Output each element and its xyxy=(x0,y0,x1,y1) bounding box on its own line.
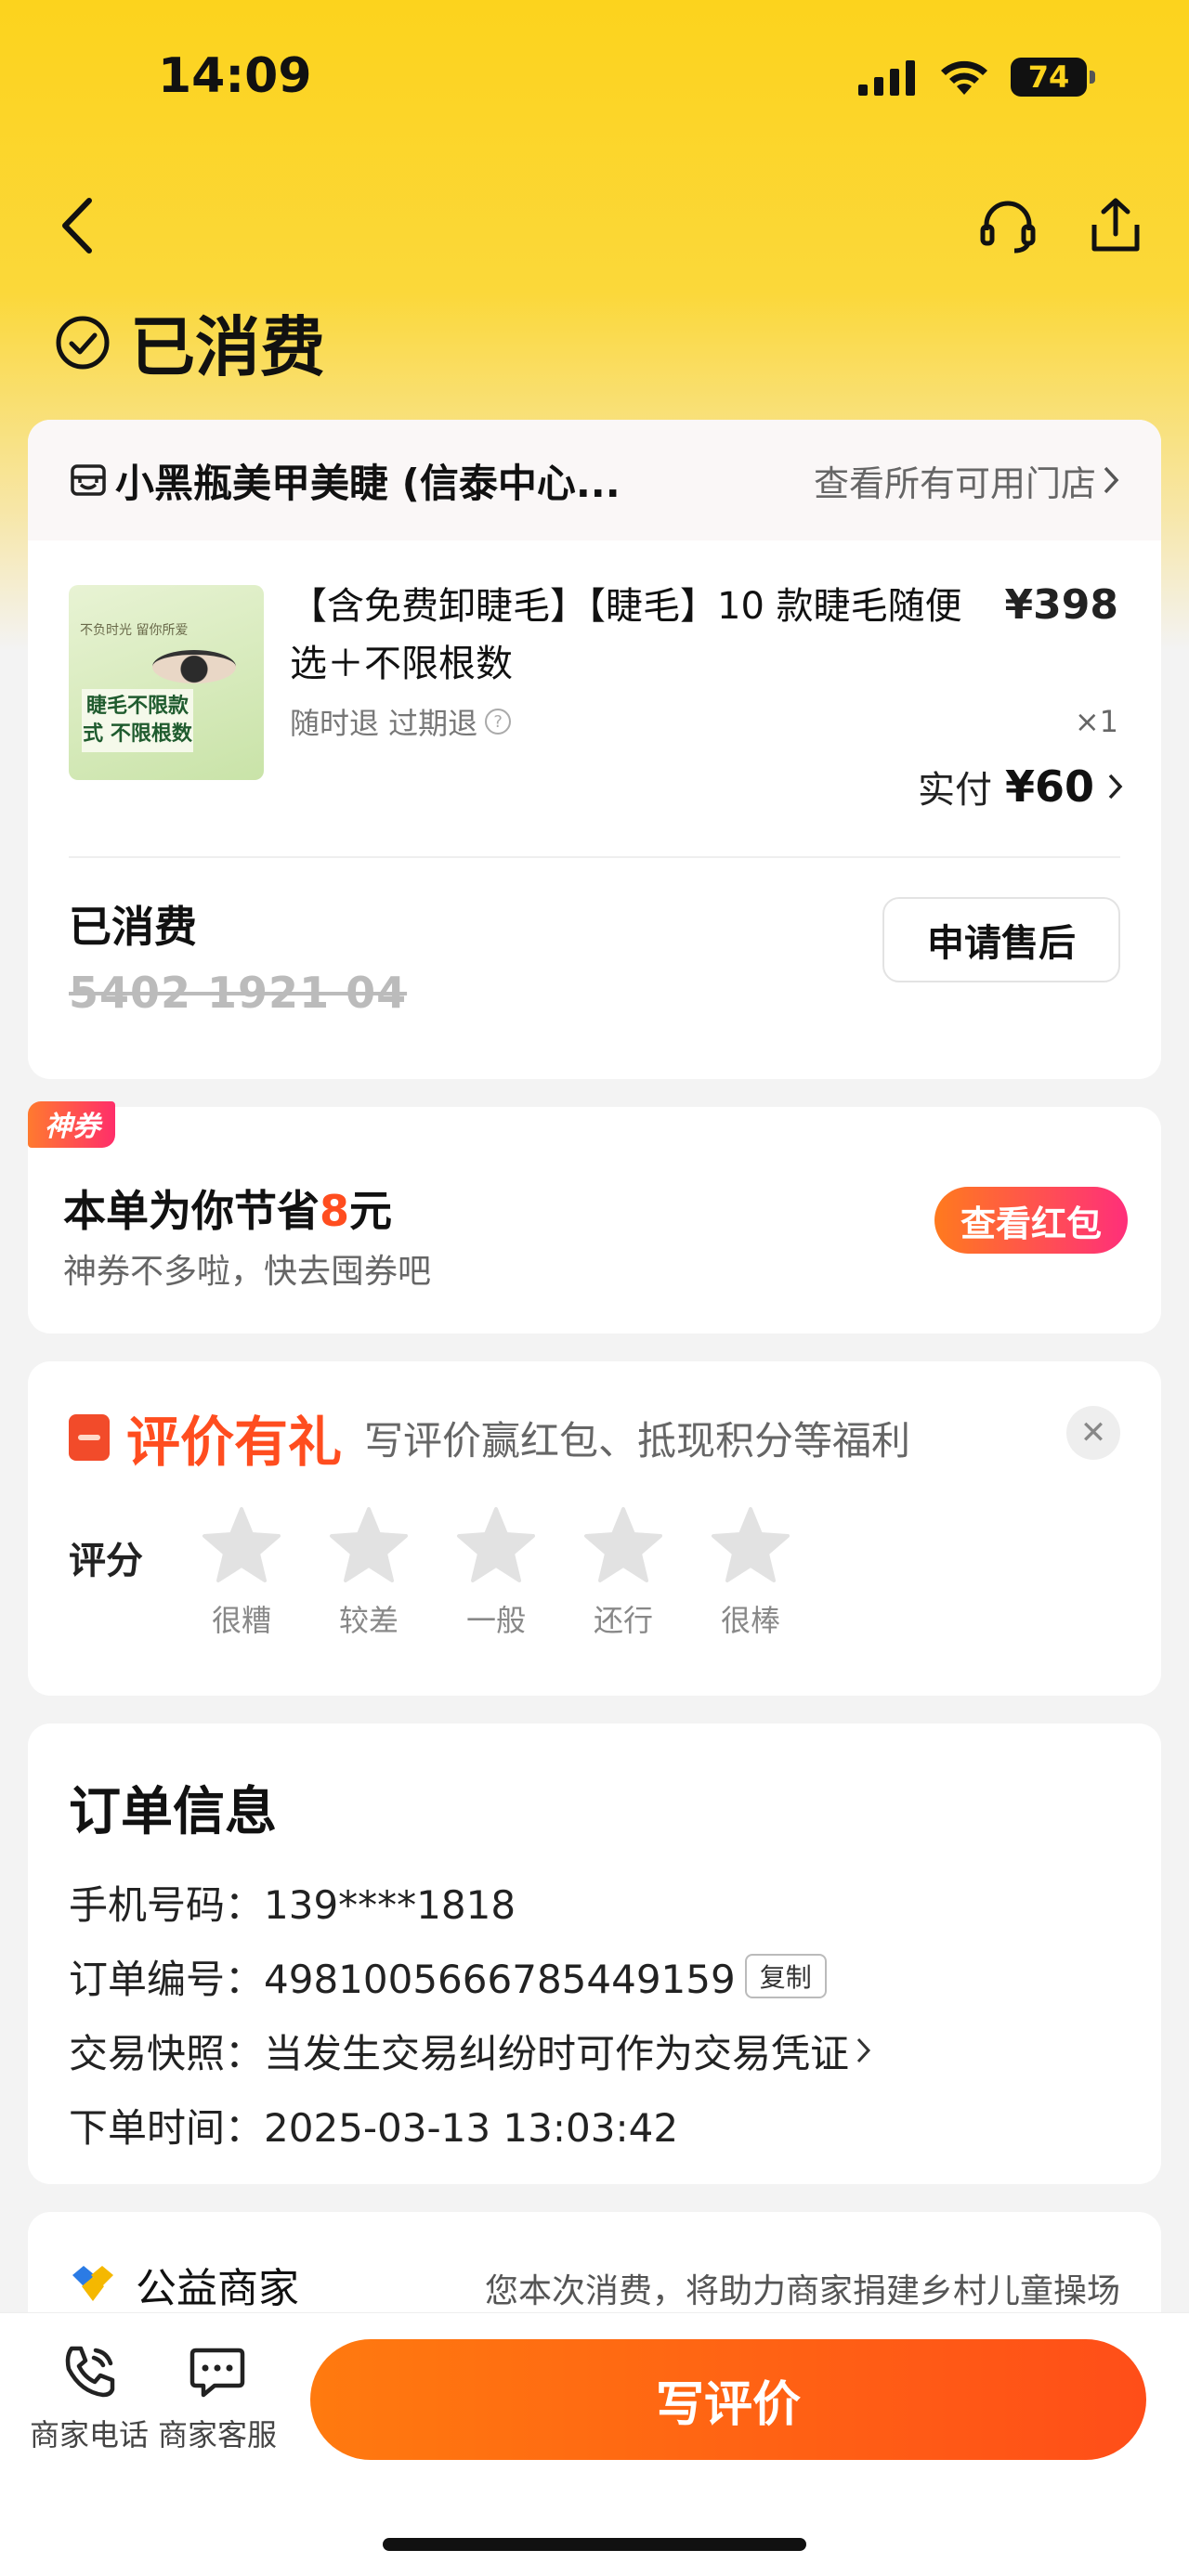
write-review-button[interactable]: 写评价 xyxy=(310,2339,1146,2460)
review-subtitle: 写评价赢红包、抵现积分等福利 xyxy=(364,1417,911,1464)
coupon-title-prefix: 本单为你节省 xyxy=(63,1186,320,1236)
voucher-code: 5402 1921 04 xyxy=(69,968,408,1018)
home-indicator[interactable] xyxy=(383,2538,806,2551)
coupon-title-suffix: 元 xyxy=(349,1186,393,1236)
star-label: 一般 xyxy=(465,1603,526,1638)
order-number: 订单编号：4981005666785449159 xyxy=(69,1956,736,2002)
review-title: 评价有礼 xyxy=(126,1411,343,1474)
order-info-rows: 手机号码：139****1818 订单编号：498100566678544915… xyxy=(69,1865,873,2162)
snapshot-row[interactable]: 交易快照：当发生交易纠纷时可作为交易凭证 xyxy=(69,2013,873,2088)
coupon-title: 本单为你节省8元 xyxy=(63,1177,392,1239)
help-icon[interactable]: ? xyxy=(485,709,512,735)
chevron-right-icon xyxy=(1108,774,1123,800)
star-5[interactable]: 很棒 xyxy=(710,1506,791,1640)
red-envelope-icon xyxy=(69,1414,110,1461)
eye-illustration xyxy=(152,650,236,683)
consume-status: 已消费 xyxy=(69,902,197,952)
order-card: 小黑瓶美甲美睫 (信泰中心... 查看所有可用门店 不负时光 留你所爱 睫毛不限… xyxy=(28,420,1161,1079)
star-label: 很棒 xyxy=(720,1603,780,1638)
snapshot-text: 交易快照：当发生交易纠纷时可作为交易凭证 xyxy=(69,2030,850,2076)
product-image-caption: 睫毛不限款式 不限根数 xyxy=(82,689,193,752)
star-icon xyxy=(712,1507,790,1582)
charity-label: 公益商家 xyxy=(69,2255,299,2314)
chevron-right-icon xyxy=(856,2037,871,2063)
bottom-action-bar: 商家电话 商家客服 写评价 xyxy=(0,2312,1189,2576)
after-sale-button[interactable]: 申请售后 xyxy=(882,897,1120,982)
coupon-subtitle: 神券不多啦，快去囤券吧 xyxy=(63,1253,432,1291)
refund-tags-text: 随时退 过期退 xyxy=(290,706,478,741)
status-icons: 74 xyxy=(858,58,1095,97)
star-2[interactable]: 较差 xyxy=(328,1506,410,1640)
phone-icon xyxy=(65,2346,115,2398)
star-label: 还行 xyxy=(593,1603,653,1638)
merchant-phone-label: 商家电话 xyxy=(29,2417,149,2452)
refund-tags: 随时退 过期退 ? xyxy=(290,700,512,743)
shop-icon xyxy=(71,464,106,496)
phone-row: 手机号码：139****1818 xyxy=(69,1881,516,1928)
page-title: 已消费 xyxy=(130,309,325,385)
merchant-service-button[interactable]: 商家客服 xyxy=(152,2341,282,2454)
status-time: 14:09 xyxy=(158,48,312,104)
coupon-card: 神券 本单为你节省8元 神券不多啦，快去囤券吧 查看红包 xyxy=(28,1101,1161,1334)
coupon-tag: 神券 xyxy=(28,1101,115,1148)
product-image[interactable]: 不负时光 留你所爱 睫毛不限款式 不限根数 xyxy=(69,585,264,780)
chevron-right-icon xyxy=(1104,466,1119,494)
headset-icon[interactable] xyxy=(977,195,1039,256)
shop-name[interactable]: 小黑瓶美甲美睫 (信泰中心... xyxy=(115,452,621,509)
charity-logo-icon xyxy=(72,2266,113,2301)
shop-row[interactable]: 小黑瓶美甲美睫 (信泰中心... 查看所有可用门店 xyxy=(28,420,1161,540)
chat-icon xyxy=(189,2348,245,2398)
product-title[interactable]: 【含免费卸睫毛】【睫毛】10 款睫毛随便选＋不限根数 xyxy=(290,578,996,693)
divider xyxy=(69,856,1120,858)
review-header: 评价有礼 写评价赢红包、抵现积分等福利 xyxy=(69,1399,910,1477)
paid-amount: ¥60 xyxy=(1004,761,1094,812)
order-time-row: 下单时间：2025-03-13 13:03:42 xyxy=(69,2104,679,2151)
star-3[interactable]: 一般 xyxy=(455,1506,537,1640)
paid-label: 实付 xyxy=(917,769,992,812)
charity-name: 公益商家 xyxy=(136,2265,299,2312)
charity-desc: 您本次消费，将助力商家捐建乡村儿童操场 xyxy=(484,2272,1120,2310)
star-icon xyxy=(584,1507,662,1582)
all-stores-link[interactable]: 查看所有可用门店 xyxy=(814,455,1120,506)
paid-amount-row[interactable]: 实付 ¥60 xyxy=(918,760,1124,813)
merchant-phone-button[interactable]: 商家电话 xyxy=(24,2341,154,2454)
battery-icon: 74 xyxy=(1011,58,1095,97)
order-status: 已消费 xyxy=(54,295,325,389)
saved-amount: 8 xyxy=(320,1186,350,1236)
copy-button[interactable]: 复制 xyxy=(744,1954,827,1998)
product-qty: ×1 xyxy=(1074,704,1118,739)
share-icon[interactable] xyxy=(1085,195,1146,256)
check-circle-icon xyxy=(56,316,110,369)
star-icon xyxy=(457,1507,535,1582)
star-label: 很糟 xyxy=(211,1603,271,1638)
order-info-title: 订单信息 xyxy=(69,1782,277,1842)
product-price: ¥398 xyxy=(1004,581,1118,629)
close-icon[interactable]: ✕ xyxy=(1066,1406,1120,1460)
merchant-service-label: 商家客服 xyxy=(157,2417,277,2452)
star-1[interactable]: 很糟 xyxy=(201,1506,282,1640)
star-icon xyxy=(203,1507,281,1582)
star-4[interactable]: 还行 xyxy=(582,1506,664,1640)
rating-label: 评分 xyxy=(69,1540,143,1582)
view-redpack-button[interactable]: 查看红包 xyxy=(934,1187,1128,1254)
order-info-card: 订单信息 手机号码：139****1818 订单编号：4981005666785… xyxy=(28,1724,1161,2184)
signal-icon xyxy=(858,60,915,96)
star-label: 较差 xyxy=(338,1603,399,1638)
review-card: 评价有礼 写评价赢红包、抵现积分等福利 ✕ 评分 很糟 较差 一般 还行 很棒 xyxy=(28,1361,1161,1696)
star-icon xyxy=(330,1507,408,1582)
order-number-row: 订单编号：4981005666785449159 复制 xyxy=(69,1939,873,2013)
back-icon[interactable] xyxy=(54,193,100,258)
wifi-icon xyxy=(941,60,987,95)
star-rating: 很糟 较差 一般 还行 很棒 xyxy=(201,1506,791,1640)
product-image-small-text: 不负时光 留你所爱 xyxy=(80,623,189,638)
all-stores-label: 查看所有可用门店 xyxy=(813,462,1096,504)
